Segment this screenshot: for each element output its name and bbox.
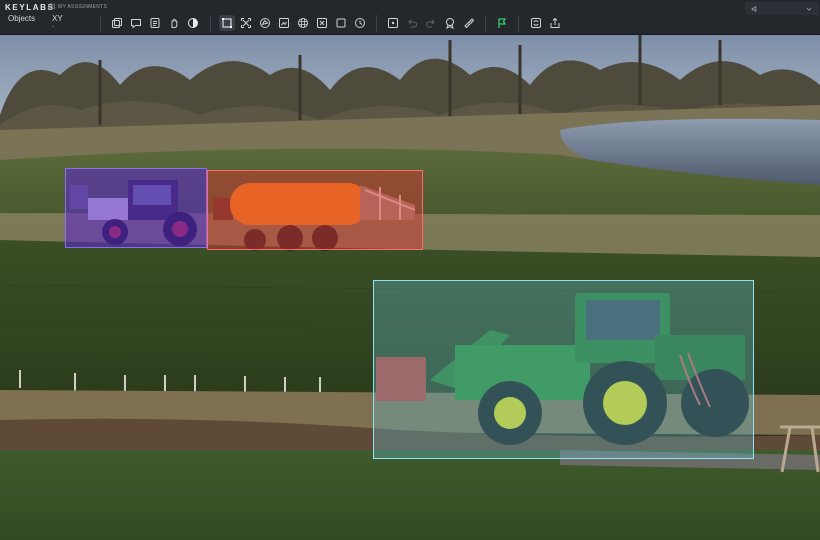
badge-button[interactable]	[442, 15, 458, 31]
toolbar-divider	[376, 15, 377, 32]
layers-button[interactable]	[314, 15, 330, 31]
grid-mask-button[interactable]	[295, 15, 311, 31]
bbox-tank-trailer[interactable]	[207, 170, 423, 250]
square-button[interactable]	[333, 15, 349, 31]
contrast-button[interactable]	[185, 15, 201, 31]
my-assignments-link[interactable]: MY ASSIGNMENTS	[48, 3, 107, 10]
bbox-tool-icon	[222, 18, 232, 28]
sound-icon	[751, 5, 757, 12]
add-point-icon	[388, 18, 398, 28]
flag-icon	[498, 18, 507, 28]
add-point-button[interactable]	[385, 15, 401, 31]
ruler-icon	[464, 18, 475, 29]
badge-icon	[446, 18, 454, 29]
bbox-tractor-large[interactable]	[373, 280, 754, 459]
chevron-down-icon	[806, 7, 812, 11]
toolbar-divider	[518, 15, 519, 32]
assignments-icon	[48, 3, 55, 10]
contrast-icon	[188, 18, 198, 28]
notes-icon	[150, 18, 160, 28]
share-button[interactable]	[547, 15, 563, 31]
redo-button[interactable]	[423, 15, 439, 31]
copy-objects-button[interactable]	[109, 15, 125, 31]
sync-button[interactable]	[528, 15, 544, 31]
expand-button[interactable]	[238, 15, 254, 31]
history-button[interactable]	[352, 15, 368, 31]
xy-readout: -	[52, 24, 54, 30]
toolbar-divider	[210, 15, 211, 32]
top-toolbar: KEYLABS MY ASSIGNMENTS Objects XY -	[0, 0, 820, 35]
polygon-button[interactable]	[257, 15, 273, 31]
assignments-label: MY ASSIGNMENTS	[58, 3, 108, 10]
segmentation-button[interactable]	[276, 15, 292, 31]
bbox-tractor-small[interactable]	[65, 168, 207, 248]
bbox-tool-button[interactable]	[219, 15, 235, 31]
undo-button[interactable]	[404, 15, 420, 31]
history-icon	[355, 18, 365, 28]
notes-button[interactable]	[147, 15, 163, 31]
segmentation-icon	[279, 18, 289, 28]
ruler-button[interactable]	[461, 15, 477, 31]
polygon-icon	[260, 18, 270, 28]
share-icon	[550, 17, 560, 28]
flag-button[interactable]	[494, 15, 510, 31]
hand-pan-icon	[171, 18, 178, 28]
toolbar-divider	[100, 15, 101, 32]
toolbar-divider	[485, 15, 486, 32]
layers-icon	[317, 18, 327, 28]
image-canvas[interactable]	[0, 35, 820, 540]
tab-xy[interactable]: XY	[52, 14, 63, 23]
view-selector[interactable]	[745, 2, 819, 15]
square-icon	[336, 18, 346, 28]
comment-button[interactable]	[128, 15, 144, 31]
redo-icon	[426, 19, 435, 28]
grid-mask-icon	[298, 18, 308, 28]
expand-icon	[241, 18, 251, 28]
undo-icon	[408, 19, 417, 28]
hand-pan-button[interactable]	[166, 15, 182, 31]
copy-objects-icon	[112, 18, 122, 28]
sync-icon	[531, 18, 541, 28]
comment-icon	[131, 19, 141, 29]
tab-objects[interactable]: Objects	[8, 14, 35, 23]
